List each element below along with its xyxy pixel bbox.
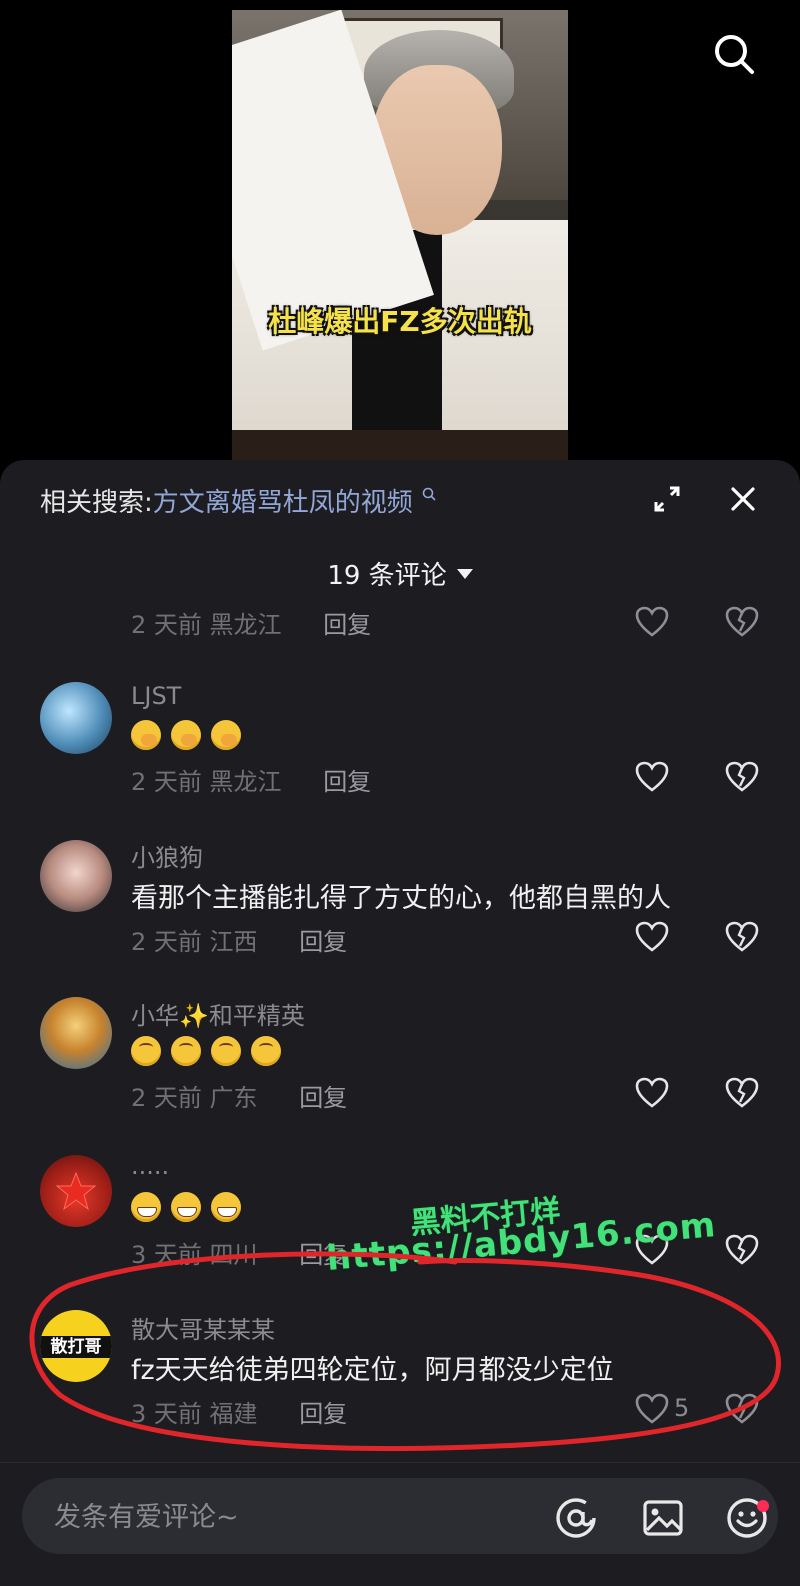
comment-username[interactable]: 散大哥某某某 (131, 1310, 275, 1345)
grinning-emoji-icon (171, 1191, 201, 1222)
video-desk (232, 430, 568, 460)
video-frame[interactable]: 杜峰爆出FZ多次出轨 (232, 10, 568, 460)
comment-sheet: 相关搜索:方文离婚骂杜凤的视频 19 条评论 2 天前 黑龙江 回复 LJST … (0, 460, 800, 1585)
search-icon[interactable] (712, 32, 756, 76)
comment-count-label: 19 条评论 (327, 561, 447, 591)
comment-text: 看那个主播能扎得了方丈的心，他都自黑的人 (131, 883, 671, 914)
video-caption: 杜峰爆出FZ多次出轨 (268, 305, 532, 338)
comment-emojis (131, 718, 251, 750)
comment-text: fz天天给徒弟四轮定位，阿月都没少定位 (131, 1355, 614, 1386)
mention-at-icon[interactable] (554, 1496, 598, 1540)
related-search[interactable]: 相关搜索:方文离婚骂杜凤的视频 (40, 482, 437, 519)
grinning-emoji-icon (211, 1191, 241, 1222)
thinking-emoji-icon (131, 719, 161, 750)
upside-down-face-emoji-icon (251, 1035, 281, 1066)
avatar-label: 散打哥 (40, 1336, 112, 1358)
comment-meta: 2 天前 黑龙江 回复 (131, 605, 371, 640)
dislike-broken-heart-icon[interactable] (724, 1392, 760, 1426)
upside-down-face-emoji-icon (171, 1035, 201, 1066)
dislike-broken-heart-icon[interactable] (724, 920, 760, 954)
like-heart-icon[interactable] (634, 1076, 670, 1110)
comment-emojis (131, 1034, 291, 1066)
comment-region: 黑龙江 (209, 611, 282, 639)
like-heart-icon[interactable] (634, 920, 670, 954)
comment-meta: 2 天前 江西 回复 (131, 922, 347, 957)
comment-region: 黑龙江 (209, 768, 282, 796)
star-icon (55, 1171, 97, 1211)
comment-username[interactable]: 小狼狗 (131, 838, 203, 873)
like-count: 5 (674, 1394, 690, 1422)
chevron-down-icon (456, 568, 473, 579)
comment-meta: 2 天前 广东 回复 (131, 1078, 347, 1113)
dislike-broken-heart-icon[interactable] (724, 1233, 760, 1267)
comment-time: 2 天前 (131, 611, 202, 639)
comment-username[interactable]: ..... (131, 1152, 169, 1180)
comment-meta: 2 天前 黑龙江 回复 (131, 762, 371, 797)
like-heart-icon[interactable] (634, 605, 670, 639)
reply-button[interactable]: 回复 (299, 1400, 347, 1428)
comment-meta: 3 天前 福建 回复 (131, 1394, 347, 1429)
upside-down-face-emoji-icon (131, 1035, 161, 1066)
comment-time: 2 天前 (131, 928, 202, 956)
thinking-emoji-icon (171, 719, 201, 750)
grinning-emoji-icon (131, 1191, 161, 1222)
like-heart-icon[interactable] (634, 760, 670, 794)
image-icon[interactable] (641, 1496, 685, 1540)
dislike-broken-heart-icon[interactable] (724, 760, 760, 794)
comment-input-bar (0, 1462, 800, 1586)
comment-time: 2 天前 (131, 768, 202, 796)
comment-meta: 3 天前 四川 回复 (131, 1235, 347, 1270)
upside-down-face-emoji-icon (211, 1035, 241, 1066)
comment-input[interactable] (52, 1496, 496, 1538)
close-icon[interactable] (728, 484, 758, 514)
avatar[interactable] (40, 682, 112, 754)
avatar[interactable]: 散打哥 (40, 1310, 112, 1382)
comment-input-wrapper[interactable] (22, 1478, 778, 1554)
comment-region: 四川 (209, 1241, 258, 1269)
comment-time: 3 天前 (131, 1400, 202, 1428)
dislike-broken-heart-icon[interactable] (724, 1076, 760, 1110)
comment-count[interactable]: 19 条评论 (0, 555, 800, 592)
comment-username[interactable]: 小华✨和平精英 (131, 996, 305, 1031)
comment-username[interactable]: LJST (131, 682, 181, 710)
video-player[interactable]: 杜峰爆出FZ多次出轨 (0, 0, 800, 470)
reply-button[interactable]: 回复 (299, 1084, 347, 1112)
reply-button[interactable]: 回复 (299, 928, 347, 956)
thinking-emoji-icon (211, 719, 241, 750)
like-heart-icon[interactable] (634, 1392, 670, 1426)
avatar[interactable] (40, 1155, 112, 1227)
reply-button[interactable]: 回复 (323, 768, 371, 796)
comment-time: 2 天前 (131, 1084, 202, 1112)
comment-region: 福建 (209, 1400, 258, 1428)
related-search-label: 相关搜索: (40, 488, 153, 518)
search-small-icon (422, 487, 436, 501)
avatar[interactable] (40, 840, 112, 912)
expand-icon[interactable] (652, 484, 682, 514)
comment-region: 江西 (209, 928, 258, 956)
related-search-link[interactable]: 方文离婚骂杜凤的视频 (153, 488, 413, 518)
avatar[interactable] (40, 997, 112, 1069)
comment-time: 3 天前 (131, 1241, 202, 1269)
comment-emojis (131, 1190, 251, 1222)
comment-region: 广东 (209, 1084, 258, 1112)
dislike-broken-heart-icon[interactable] (724, 605, 760, 639)
notification-dot (757, 1500, 769, 1512)
reply-button[interactable]: 回复 (323, 611, 371, 639)
